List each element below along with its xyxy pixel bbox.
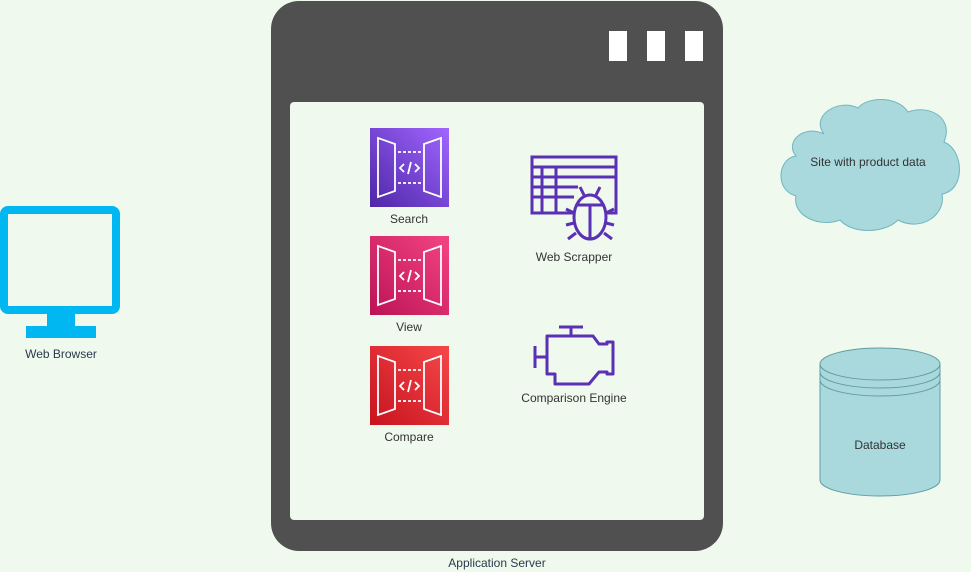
engine-icon: [533, 325, 615, 386]
product-site-label: Site with product data: [810, 155, 926, 169]
web-browser-label: Web Browser: [25, 347, 97, 361]
api-gateway-icon: [370, 346, 449, 425]
api-gateway-icon: [370, 236, 449, 315]
cylinder-icon: [819, 347, 941, 497]
compare-label: Compare: [384, 430, 434, 444]
search-label: Search: [389, 212, 429, 226]
window-button-2: [647, 31, 665, 61]
web-scrapper-label: Web Scrapper: [535, 250, 613, 264]
monitor-icon: [0, 206, 120, 338]
database-label: Database: [854, 438, 906, 452]
comparison-engine-label: Comparison Engine: [521, 391, 627, 405]
view-label: View: [396, 320, 422, 334]
api-gateway-icon: [370, 128, 449, 207]
window-button-1: [609, 31, 627, 61]
window-button-3: [685, 31, 703, 61]
browser-window-icon: [271, 1, 723, 551]
application-server-label: Application Server: [448, 556, 546, 570]
table-with-bug-icon: [530, 155, 618, 241]
